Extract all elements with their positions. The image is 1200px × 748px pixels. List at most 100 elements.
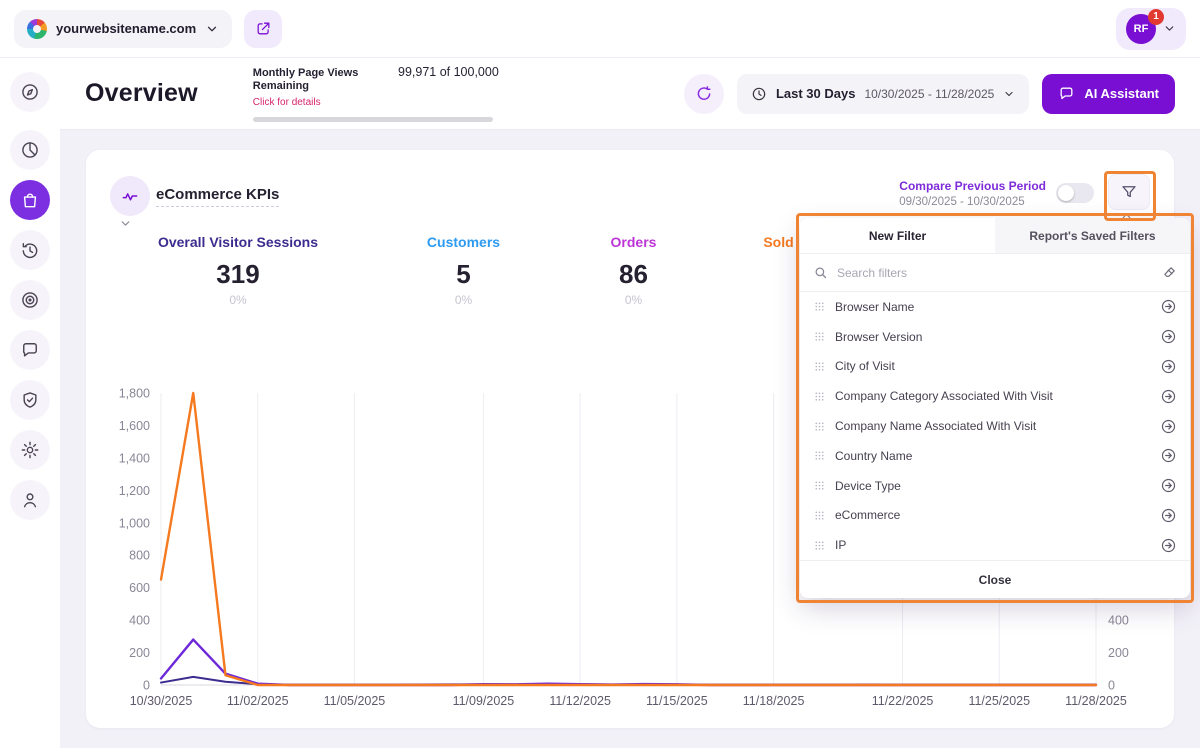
filter-item-label: Company Category Associated With Visit (835, 389, 1151, 403)
website-name: yourwebsitename.com (56, 21, 196, 36)
kpi-value: 86 (586, 259, 681, 290)
sidebar-item-privacy[interactable] (10, 380, 50, 420)
arrow-circle-right-icon[interactable] (1160, 447, 1177, 464)
drag-handle-icon[interactable] (813, 300, 826, 313)
svg-text:1,000: 1,000 (119, 516, 150, 530)
arrow-circle-right-icon[interactable] (1160, 418, 1177, 435)
svg-text:400: 400 (129, 614, 150, 628)
drag-handle-icon[interactable] (813, 509, 826, 522)
kpi-label[interactable]: Overall Visitor Sessions (148, 234, 328, 250)
svg-text:11/25/2025: 11/25/2025 (968, 694, 1030, 708)
filter-item[interactable]: eCommerce (800, 500, 1190, 530)
ai-assistant-button[interactable]: AI Assistant (1042, 74, 1175, 114)
settings-icon (20, 440, 40, 460)
kpi-value: 319 (148, 259, 328, 290)
navigate-icon (20, 82, 40, 102)
card-title: eCommerce KPIs (156, 186, 279, 207)
website-logo-icon (27, 19, 47, 39)
filter-item[interactable]: Company Category Associated With Visit (800, 381, 1190, 411)
filter-item-label: Browser Version (835, 330, 1151, 344)
chat-icon (1058, 85, 1075, 102)
kpi-overall-visitor-sessions[interactable]: Overall Visitor Sessions3190% (148, 234, 328, 307)
external-link-icon (255, 20, 272, 37)
arrow-circle-right-icon[interactable] (1160, 388, 1177, 405)
arrow-circle-right-icon[interactable] (1160, 507, 1177, 524)
quota-details-link[interactable]: Click for details (253, 97, 321, 108)
close-button[interactable]: Close (800, 560, 1190, 598)
filter-search-input[interactable] (837, 266, 1153, 280)
pageviews-quota: Monthly Page Views Remaining 99,971 of 1… (253, 65, 499, 122)
svg-text:11/15/2025: 11/15/2025 (646, 694, 708, 708)
filter-item[interactable]: IP (800, 530, 1190, 560)
filter-item-label: eCommerce (835, 508, 1151, 522)
svg-text:11/18/2025: 11/18/2025 (743, 694, 805, 708)
svg-text:10/30/2025: 10/30/2025 (130, 694, 193, 708)
arrow-circle-right-icon[interactable] (1160, 477, 1177, 494)
funnel-filter-icon (1120, 183, 1138, 201)
filter-item[interactable]: Country Name (800, 441, 1190, 471)
sidebar-item-goals[interactable] (10, 280, 50, 320)
refresh-icon (695, 85, 713, 103)
quota-progress-bar (253, 117, 493, 122)
drag-handle-icon[interactable] (813, 449, 826, 462)
filter-item[interactable]: City of Visit (800, 352, 1190, 382)
filter-item-label: Device Type (835, 479, 1151, 493)
drag-handle-icon[interactable] (813, 420, 826, 433)
page-header: Overview Monthly Page Views Remaining 99… (60, 58, 1200, 130)
drag-handle-icon[interactable] (813, 390, 826, 403)
drag-handle-icon[interactable] (813, 330, 826, 343)
open-website-button[interactable] (244, 10, 282, 48)
sidebar-item-statistics[interactable] (10, 130, 50, 170)
drag-handle-icon[interactable] (813, 539, 826, 552)
arrow-circle-right-icon[interactable] (1160, 328, 1177, 345)
sidebar-item-history[interactable] (10, 230, 50, 270)
avatar: RF 1 (1126, 14, 1156, 44)
filter-item-label: IP (835, 538, 1151, 552)
card-collapse-chevron-icon[interactable] (119, 217, 132, 230)
kpi-orders[interactable]: Orders860% (586, 234, 681, 307)
date-range-label: Last 30 Days (776, 86, 856, 101)
sidebar-item-account[interactable] (10, 480, 50, 520)
line-chart-icon (120, 186, 140, 206)
date-range-value: 10/30/2025 - 11/28/2025 (864, 87, 994, 101)
website-selector[interactable]: yourwebsitename.com (14, 10, 232, 48)
svg-text:800: 800 (129, 549, 150, 563)
arrow-circle-right-icon[interactable] (1160, 298, 1177, 315)
ecommerce-icon (20, 190, 40, 210)
arrow-circle-right-icon[interactable] (1160, 358, 1177, 375)
compare-toggle[interactable] (1056, 183, 1094, 203)
kpi-value: 5 (416, 259, 511, 290)
account-icon (20, 490, 40, 510)
drag-handle-icon[interactable] (813, 479, 826, 492)
date-range-picker[interactable]: Last 30 Days 10/30/2025 - 11/28/2025 (737, 74, 1029, 114)
filter-item[interactable]: Company Name Associated With Visit (800, 411, 1190, 441)
avatar-initials: RF (1134, 23, 1149, 35)
goals-icon (20, 290, 40, 310)
sidebar-item-settings[interactable] (10, 430, 50, 470)
filter-item[interactable]: Browser Version (800, 322, 1190, 352)
filter-item[interactable]: Browser Name (800, 292, 1190, 322)
eraser-icon[interactable] (1162, 265, 1177, 280)
arrow-circle-right-icon[interactable] (1160, 537, 1177, 554)
sidebar-item-ecommerce[interactable] (10, 180, 50, 220)
communication-icon (20, 340, 40, 360)
kpi-label[interactable]: Orders (586, 234, 681, 250)
kpi-customers[interactable]: Customers50% (416, 234, 511, 307)
tab-saved-filters[interactable]: Report's Saved Filters (995, 218, 1190, 253)
drag-handle-icon[interactable] (813, 360, 826, 373)
account-menu[interactable]: RF 1 (1116, 8, 1186, 50)
sidebar (0, 58, 60, 748)
refresh-button[interactable] (684, 74, 724, 114)
svg-text:11/22/2025: 11/22/2025 (872, 694, 934, 708)
filter-item[interactable]: Device Type (800, 471, 1190, 501)
kpi-label[interactable]: Customers (416, 234, 511, 250)
filter-button[interactable] (1108, 174, 1150, 210)
sidebar-item-navigate[interactable] (10, 72, 50, 112)
tab-new-filter[interactable]: New Filter (800, 218, 995, 253)
svg-text:1,800: 1,800 (119, 387, 150, 401)
sidebar-item-communication[interactable] (10, 330, 50, 370)
svg-text:11/05/2025: 11/05/2025 (324, 694, 386, 708)
filter-search-row (800, 254, 1190, 292)
svg-text:11/12/2025: 11/12/2025 (549, 694, 611, 708)
svg-text:200: 200 (129, 646, 150, 660)
